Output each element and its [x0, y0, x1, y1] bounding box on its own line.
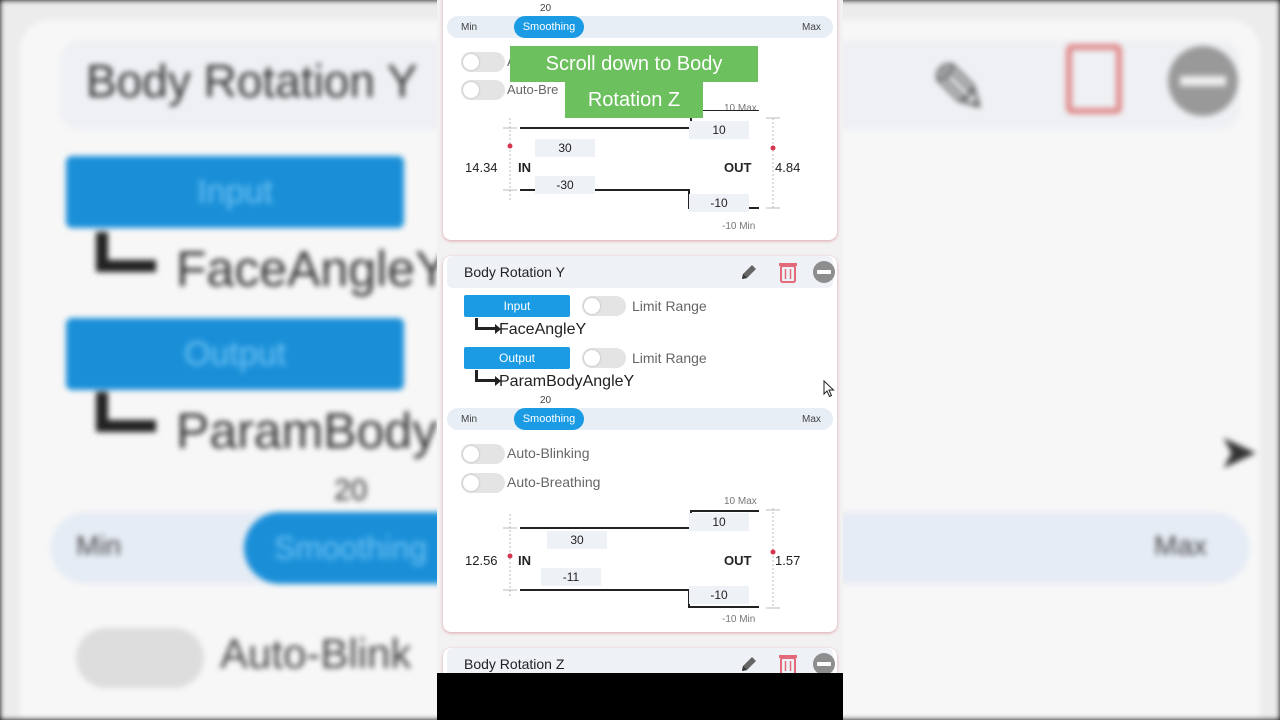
- in-max-field[interactable]: 30: [535, 139, 595, 157]
- out-min-field[interactable]: -10: [689, 194, 749, 212]
- output-param[interactable]: ParamBodyAngleY: [499, 373, 634, 391]
- bg-arrow-icon: [96, 232, 156, 272]
- auto-breathing-toggle[interactable]: [461, 80, 505, 100]
- caption-line-1: Scroll down to Body: [510, 46, 758, 82]
- mouse-cursor-icon: [823, 380, 835, 398]
- slider-max-label: Max: [802, 414, 821, 425]
- input-limit-range-label: Limit Range: [632, 298, 707, 314]
- in-min-field[interactable]: -11: [541, 568, 601, 586]
- caption-line-2: Rotation Z: [565, 82, 703, 118]
- bg-toggle: [76, 628, 204, 688]
- smoothing-value: 20: [540, 395, 552, 406]
- arrow-icon: [475, 370, 501, 386]
- auto-breathing-toggle[interactable]: [461, 473, 505, 493]
- slider-min-label: Min: [461, 22, 478, 33]
- bg-trash-icon: [1066, 44, 1122, 114]
- output-limit-range-toggle[interactable]: [582, 348, 626, 368]
- smoothing-knob[interactable]: Smoothing: [514, 16, 584, 38]
- arrow-icon: [475, 318, 501, 334]
- out-max-field[interactable]: 10: [689, 513, 749, 531]
- bg-pencil-icon: ✎: [930, 50, 989, 128]
- out-label: OUT: [724, 160, 752, 175]
- in-label: IN: [518, 160, 531, 175]
- in-min-field[interactable]: -30: [535, 176, 595, 194]
- pencil-icon[interactable]: [739, 654, 759, 674]
- bg-output-param: ParamBody: [176, 403, 438, 459]
- out-min-caption: -10 Min: [722, 221, 756, 232]
- out-min-field[interactable]: -10: [689, 586, 749, 604]
- auto-blinking-toggle[interactable]: [461, 52, 505, 72]
- bg-output-button: Output: [66, 318, 404, 390]
- card-header: Body Rotation Y: [447, 256, 835, 288]
- input-limit-range-toggle[interactable]: [582, 296, 626, 316]
- card-title: Body Rotation Y: [464, 264, 565, 280]
- input-param[interactable]: FaceAngleY: [499, 321, 586, 339]
- trash-icon[interactable]: [778, 653, 798, 675]
- smoothing-knob[interactable]: Smoothing: [514, 408, 584, 430]
- out-value: 1.57: [775, 553, 801, 568]
- rotation-card-y: Body Rotation Y Input Limit Range FaceAn…: [443, 256, 837, 632]
- slider-min-label: Min: [461, 414, 478, 425]
- in-value: 14.34: [465, 160, 498, 175]
- bg-remove-icon: [1168, 46, 1238, 116]
- bg-arrow-icon: [96, 392, 156, 432]
- bg-title: Body Rotation Y: [86, 55, 418, 107]
- rotation-card-top: 20 Min Smoothing Max A Auto-Bre 10 Max 3…: [443, 0, 837, 240]
- out-max-field[interactable]: 10: [689, 121, 749, 139]
- caption-overlay: Scroll down to Body Rotation Z: [510, 46, 758, 119]
- out-label: OUT: [724, 553, 752, 568]
- bg-min-label: Min: [76, 530, 122, 561]
- letterbox-bar: [437, 673, 843, 720]
- bg-max-label: Max: [1154, 530, 1207, 561]
- out-value: 4.84: [775, 160, 801, 175]
- auto-blinking-label: Auto-Blinking: [507, 445, 590, 461]
- in-value: 12.56: [465, 553, 498, 568]
- bg-input-param: FaceAngleY: [176, 241, 449, 297]
- input-button[interactable]: Input: [464, 295, 570, 317]
- in-max-field[interactable]: 30: [547, 531, 607, 549]
- bg-auto-label: Auto-Blink: [220, 630, 412, 677]
- auto-breathing-label: Auto-Breathing: [507, 474, 601, 490]
- auto-blinking-toggle[interactable]: [461, 444, 505, 464]
- in-label: IN: [518, 553, 531, 568]
- out-min-caption: -10 Min: [722, 614, 756, 625]
- pencil-icon[interactable]: [739, 262, 759, 282]
- output-limit-range-label: Limit Range: [632, 350, 707, 366]
- trash-icon[interactable]: [778, 261, 798, 283]
- remove-icon[interactable]: [813, 261, 835, 283]
- smoothing-value: 20: [540, 3, 552, 14]
- phone-screen: 20 Min Smoothing Max A Auto-Bre 10 Max 3…: [437, 0, 843, 720]
- output-button[interactable]: Output: [464, 347, 570, 369]
- card-title: Body Rotation Z: [464, 656, 565, 672]
- remove-icon[interactable]: [813, 653, 835, 675]
- smoothing-slider[interactable]: Min Smoothing Max: [447, 408, 833, 430]
- bg-cursor-icon: ➤: [1218, 426, 1259, 479]
- slider-max-label: Max: [802, 22, 821, 33]
- smoothing-slider[interactable]: Min Smoothing Max: [447, 16, 833, 38]
- bg-input-button: Input: [66, 156, 404, 228]
- bg-smoothing-value: 20: [334, 474, 368, 507]
